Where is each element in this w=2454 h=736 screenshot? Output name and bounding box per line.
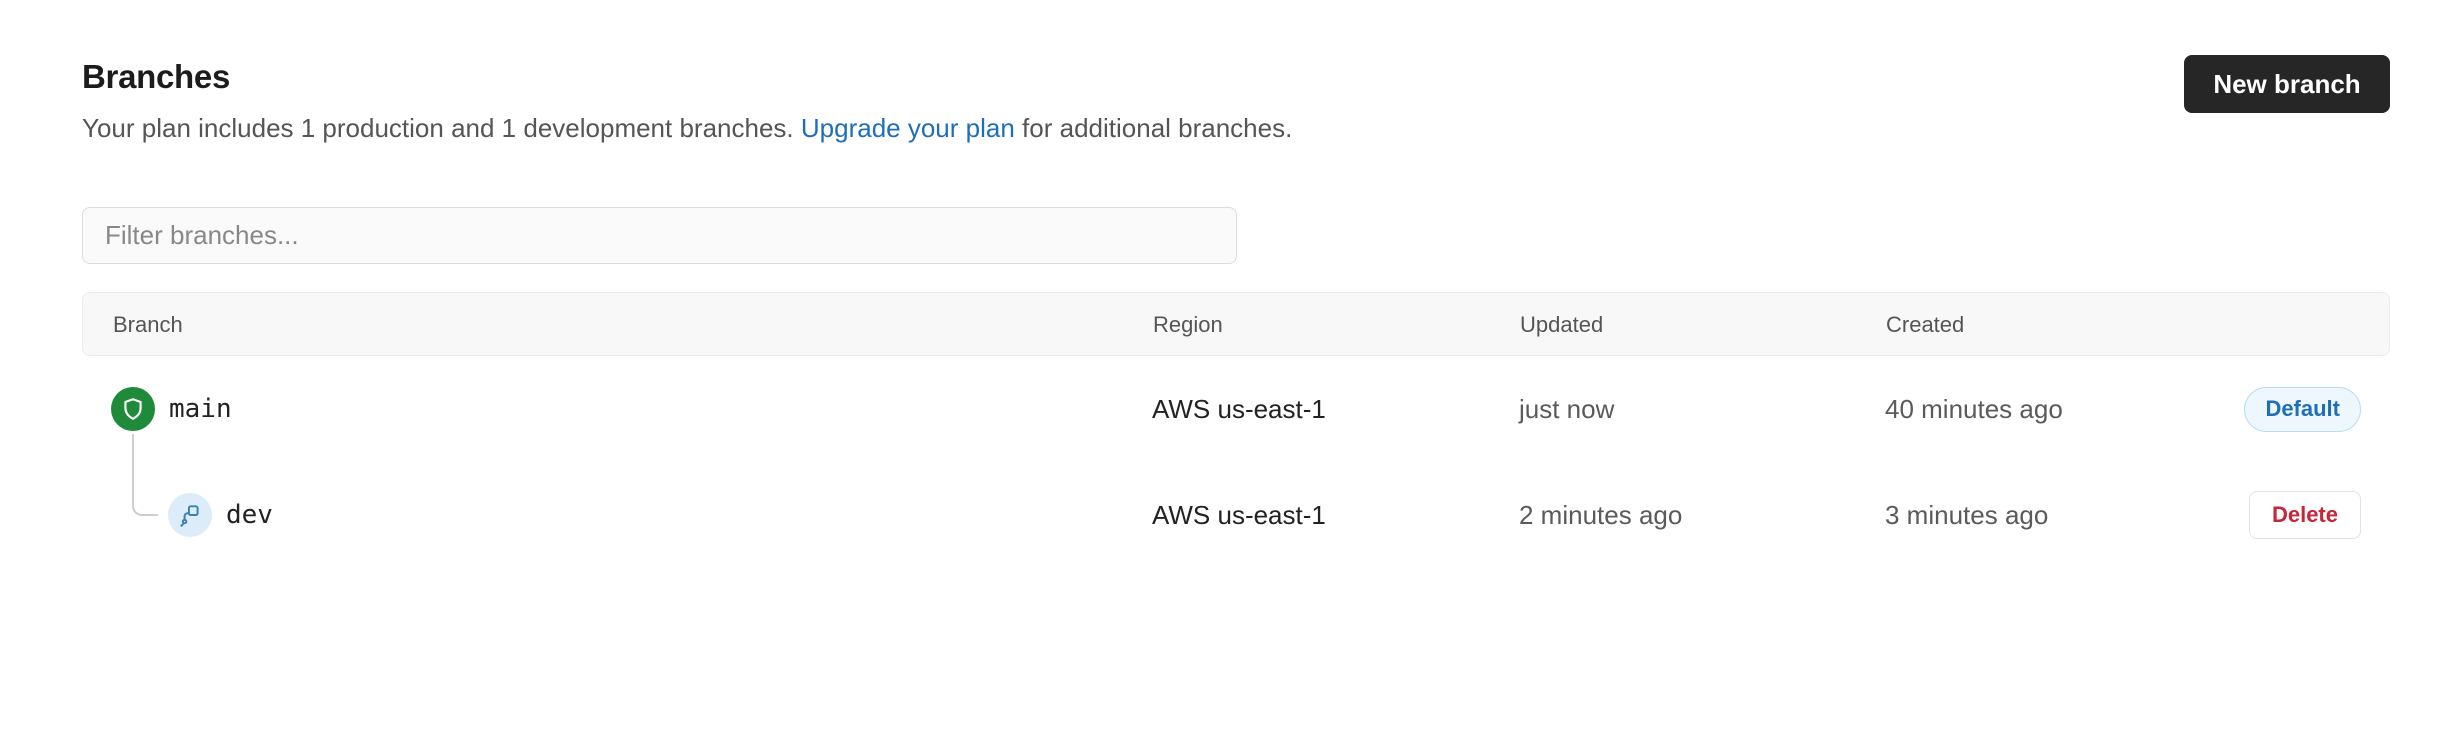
branch-region: AWS us-east-1 <box>1152 393 1326 424</box>
shield-icon <box>111 387 155 431</box>
delete-branch-button[interactable]: Delete <box>2248 491 2361 539</box>
table-row[interactable]: dev AWS us-east-1 2 minutes ago 3 minute… <box>82 462 2390 568</box>
plan-description-suffix: for additional branches. <box>1022 113 1293 143</box>
column-header-region: Region <box>1153 312 1223 337</box>
branch-cell: dev <box>168 462 273 568</box>
branch-name[interactable]: dev <box>226 500 273 530</box>
plan-description: Your plan includes 1 production and 1 de… <box>82 113 1292 144</box>
branch-updated: just now <box>1519 393 1615 424</box>
new-branch-button[interactable]: New branch <box>2184 55 2390 113</box>
upgrade-plan-link[interactable]: Upgrade your plan <box>801 113 1015 143</box>
branch-cell: main <box>111 356 232 462</box>
branch-region: AWS us-east-1 <box>1152 499 1326 530</box>
branch-created: 40 minutes ago <box>1885 393 2063 424</box>
column-header-branch: Branch <box>113 312 183 337</box>
filter-branches-input[interactable] <box>82 207 1237 264</box>
default-badge: Default <box>2244 386 2361 432</box>
column-header-created: Created <box>1886 312 1965 337</box>
page-title: Branches <box>82 58 231 95</box>
branch-icon <box>168 493 212 537</box>
branch-created: 3 minutes ago <box>1885 499 2049 530</box>
branches-table: Branch Region Updated Created main AWS u… <box>82 292 2390 568</box>
branch-updated: 2 minutes ago <box>1519 499 1683 530</box>
delete-button-cell: Delete <box>2248 462 2361 568</box>
table-header: Branch Region Updated Created <box>82 292 2390 356</box>
branch-name[interactable]: main <box>169 394 232 424</box>
default-badge-cell: Default <box>2244 356 2361 462</box>
column-header-updated: Updated <box>1520 312 1604 337</box>
table-row[interactable]: main AWS us-east-1 just now 40 minutes a… <box>82 356 2390 462</box>
plan-description-text: Your plan includes 1 production and 1 de… <box>82 113 794 143</box>
